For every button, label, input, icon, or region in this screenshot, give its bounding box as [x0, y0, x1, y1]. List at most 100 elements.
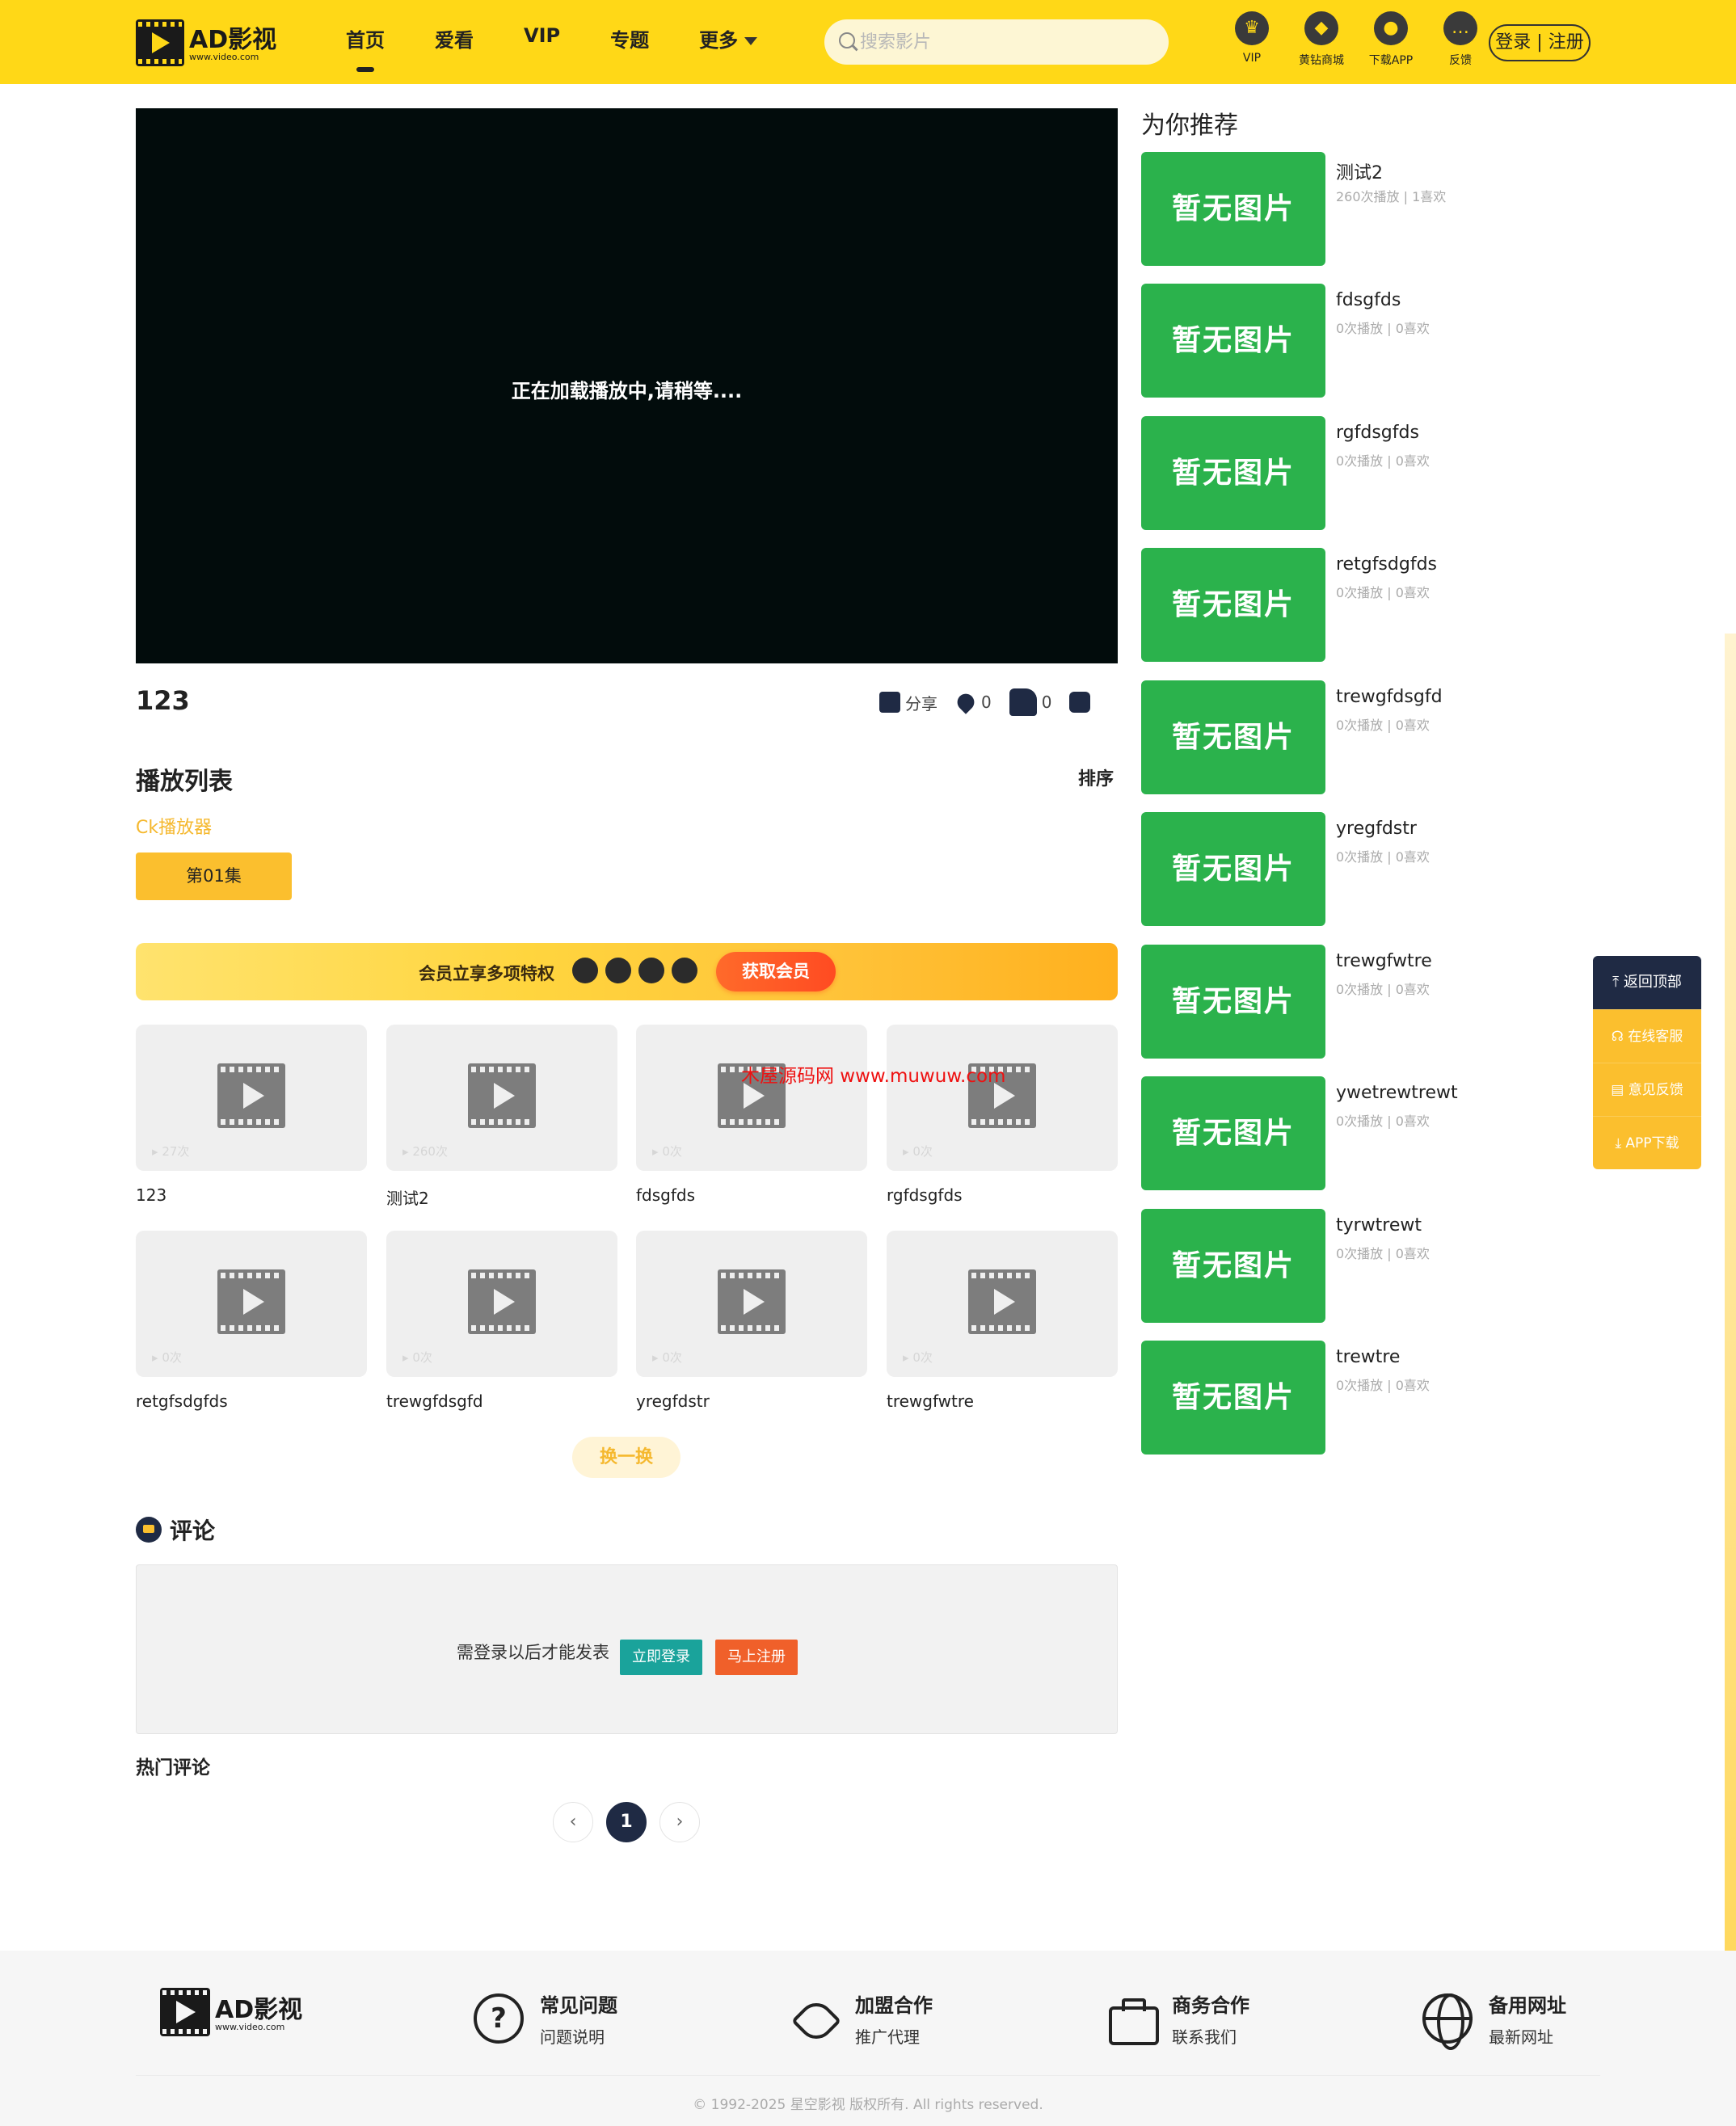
- feedback-shortcut[interactable]: … 反馈: [1426, 11, 1495, 68]
- nav-more[interactable]: 更多: [699, 24, 758, 53]
- video-card[interactable]: ▸ 0次 retgfsdgfds: [136, 1231, 367, 1411]
- note-icon: ▤: [1611, 1082, 1629, 1098]
- recommend-item-name: 测试2: [1336, 163, 1383, 183]
- comment-login-button[interactable]: 立即登录: [620, 1640, 702, 1675]
- recommend-item[interactable]: 暂无图片 trewgfwtre 0次播放 | 0喜欢: [1141, 945, 1464, 1059]
- download-app-shortcut[interactable]: ● 下载APP: [1356, 11, 1426, 68]
- nav-home[interactable]: 首页: [346, 24, 385, 53]
- page-number[interactable]: 1: [606, 1802, 647, 1842]
- video-card[interactable]: ▸ 260次 测试2: [386, 1025, 617, 1209]
- crown-icon: ♛: [1235, 11, 1269, 45]
- footer-logo-name: AD影视: [215, 1996, 303, 2024]
- recommend-item[interactable]: 暂无图片 tyrwtrewt 0次播放 | 0喜欢: [1141, 1209, 1464, 1323]
- video-card-title: trewgfdsgfd: [386, 1391, 483, 1411]
- login-register-button[interactable]: 登录 | 注册: [1489, 24, 1591, 61]
- episode-button[interactable]: 第01集: [136, 853, 292, 900]
- play-count: ▸ 0次: [652, 1144, 682, 1159]
- play-count: ▸ 0次: [652, 1350, 682, 1365]
- footer-partner[interactable]: 加盟合作 推广代理: [789, 1989, 933, 2048]
- diamond-icon: ◆: [1304, 11, 1338, 45]
- no-image-placeholder: 暂无图片: [1141, 1209, 1325, 1323]
- recommend-item[interactable]: 暂无图片 yregfdstr 0次播放 | 0喜欢: [1141, 812, 1464, 926]
- video-player[interactable]: 正在加载播放中,请稍等....: [136, 108, 1118, 663]
- loading-text: 正在加载播放中,请稍等....: [511, 380, 743, 402]
- vip-shortcut[interactable]: ♛ VIP: [1217, 11, 1287, 68]
- footer-partner-title: 加盟合作: [855, 1994, 933, 2017]
- headset-icon: ☊: [1611, 1029, 1629, 1045]
- player-source-tab[interactable]: Ck播放器: [136, 813, 212, 839]
- main-nav: 首页 爱看 VIP 专题 更多: [346, 24, 807, 53]
- search-icon[interactable]: [839, 32, 855, 48]
- app-download-button[interactable]: ⤓ APP下载: [1593, 1116, 1701, 1169]
- like-button[interactable]: 0: [1009, 688, 1052, 716]
- video-card[interactable]: ▸ 27次 123: [136, 1025, 367, 1205]
- no-image-placeholder: 暂无图片: [1141, 548, 1325, 662]
- recommend-item-name: yregfdstr: [1336, 819, 1417, 839]
- video-card-title: retgfsdgfds: [136, 1391, 228, 1411]
- recommend-item[interactable]: 暂无图片 rgfdsgfds 0次播放 | 0喜欢: [1141, 416, 1464, 530]
- video-placeholder-icon: [468, 1269, 536, 1334]
- back-to-top-button[interactable]: ⤒ 返回顶部: [1593, 956, 1701, 1009]
- playlist-title: 播放列表: [136, 768, 233, 796]
- footer-business-sub: 联系我们: [1172, 2027, 1237, 2047]
- online-service-button[interactable]: ☊ 在线客服: [1593, 1009, 1701, 1063]
- recommend-item[interactable]: 暂无图片 trewgfdsgfd 0次播放 | 0喜欢: [1141, 680, 1464, 794]
- privilege-user-icon: [672, 958, 697, 983]
- vip-banner-text: 会员立享多项特权: [419, 964, 554, 983]
- share-icon: [879, 692, 900, 713]
- recommend-item-meta: 0次播放 | 0喜欢: [1336, 321, 1430, 336]
- comment-icon: [136, 1517, 162, 1543]
- comment-register-button[interactable]: 马上注册: [715, 1640, 798, 1675]
- recommend-item-name: ywetrewtrewt: [1336, 1083, 1458, 1103]
- video-card-title: yregfdstr: [636, 1391, 710, 1411]
- no-image-placeholder: 暂无图片: [1141, 1076, 1325, 1190]
- site-footer: AD影视 www.video.com ? 常见问题 问题说明 加盟合作 推广代理…: [0, 1951, 1736, 2126]
- comment-button[interactable]: [1069, 692, 1091, 713]
- header-shortcuts: ♛ VIP ◆ 黄钻商城 ● 下载APP … 反馈: [1217, 11, 1495, 68]
- refresh-list-button[interactable]: 换一换: [572, 1437, 680, 1478]
- thumbs-up-icon: [1009, 688, 1037, 716]
- get-vip-button[interactable]: 获取会员: [716, 952, 836, 991]
- video-card[interactable]: ▸ 0次 yregfdstr: [636, 1231, 867, 1411]
- heart-icon: [954, 690, 978, 714]
- recommend-item[interactable]: 暂无图片 测试2 260次播放 | 1喜欢: [1141, 152, 1464, 266]
- search-input[interactable]: [860, 26, 1151, 58]
- sort-button[interactable]: 排序: [1078, 764, 1114, 790]
- video-card[interactable]: ▸ 0次 trewgfwtre: [887, 1231, 1118, 1411]
- video-card[interactable]: ▸ 0次 trewgfdsgfd: [386, 1231, 617, 1411]
- question-icon: ?: [474, 1993, 524, 2044]
- search-box: [824, 19, 1169, 65]
- comments-header: 评论: [136, 1513, 215, 1546]
- footer-business[interactable]: 商务合作 联系我们: [1106, 1989, 1249, 2048]
- footer-faq[interactable]: ? 常见问题 问题说明: [474, 1989, 617, 2048]
- page-scrollbar[interactable]: [1725, 84, 1736, 2126]
- next-page-button[interactable]: ›: [659, 1802, 700, 1842]
- favorite-button[interactable]: 0: [954, 690, 992, 714]
- vip-banner[interactable]: 会员立享多项特权 获取会员: [136, 943, 1118, 1000]
- footer-mirror[interactable]: 备用网址 最新网址: [1422, 1989, 1566, 2050]
- recommend-item-meta: 0次播放 | 0喜欢: [1336, 982, 1430, 997]
- prev-page-button[interactable]: ‹: [553, 1802, 593, 1842]
- recommend-item[interactable]: 暂无图片 fdsgfds 0次播放 | 0喜欢: [1141, 284, 1464, 398]
- share-button[interactable]: 分享: [879, 691, 938, 714]
- footer-logo[interactable]: AD影视 www.video.com: [160, 1988, 305, 2040]
- diamond-mall-shortcut[interactable]: ◆ 黄钻商城: [1287, 11, 1356, 68]
- briefcase-icon: [1106, 1993, 1159, 2045]
- recommend-item[interactable]: 暂无图片 retgfsdgfds 0次播放 | 0喜欢: [1141, 548, 1464, 662]
- video-card[interactable]: ▸ 0次 rgfdsgfds: [887, 1025, 1118, 1205]
- like-count: 0: [1041, 693, 1052, 712]
- recommend-item[interactable]: 暂无图片 trewtre 0次播放 | 0喜欢: [1141, 1341, 1464, 1455]
- video-thumbnail: ▸ 0次: [636, 1025, 867, 1171]
- nav-topics[interactable]: 专题: [610, 24, 649, 53]
- recommend-item-meta: 0次播放 | 0喜欢: [1336, 585, 1430, 600]
- film-logo-icon: [160, 1988, 210, 2036]
- recommend-item[interactable]: 暂无图片 ywetrewtrewt 0次播放 | 0喜欢: [1141, 1076, 1464, 1190]
- top-header: AD影视 www.video.com 首页 爱看 VIP 专题 更多 ♛ VIP…: [0, 0, 1736, 84]
- nav-vip[interactable]: VIP: [524, 24, 560, 53]
- nav-aikan[interactable]: 爱看: [435, 24, 474, 53]
- site-logo[interactable]: AD影视 www.video.com: [136, 19, 276, 68]
- favorite-count: 0: [981, 693, 992, 712]
- play-count: ▸ 0次: [903, 1144, 933, 1159]
- feedback-button[interactable]: ▤ 意见反馈: [1593, 1063, 1701, 1116]
- video-card[interactable]: ▸ 0次 fdsgfds: [636, 1025, 867, 1205]
